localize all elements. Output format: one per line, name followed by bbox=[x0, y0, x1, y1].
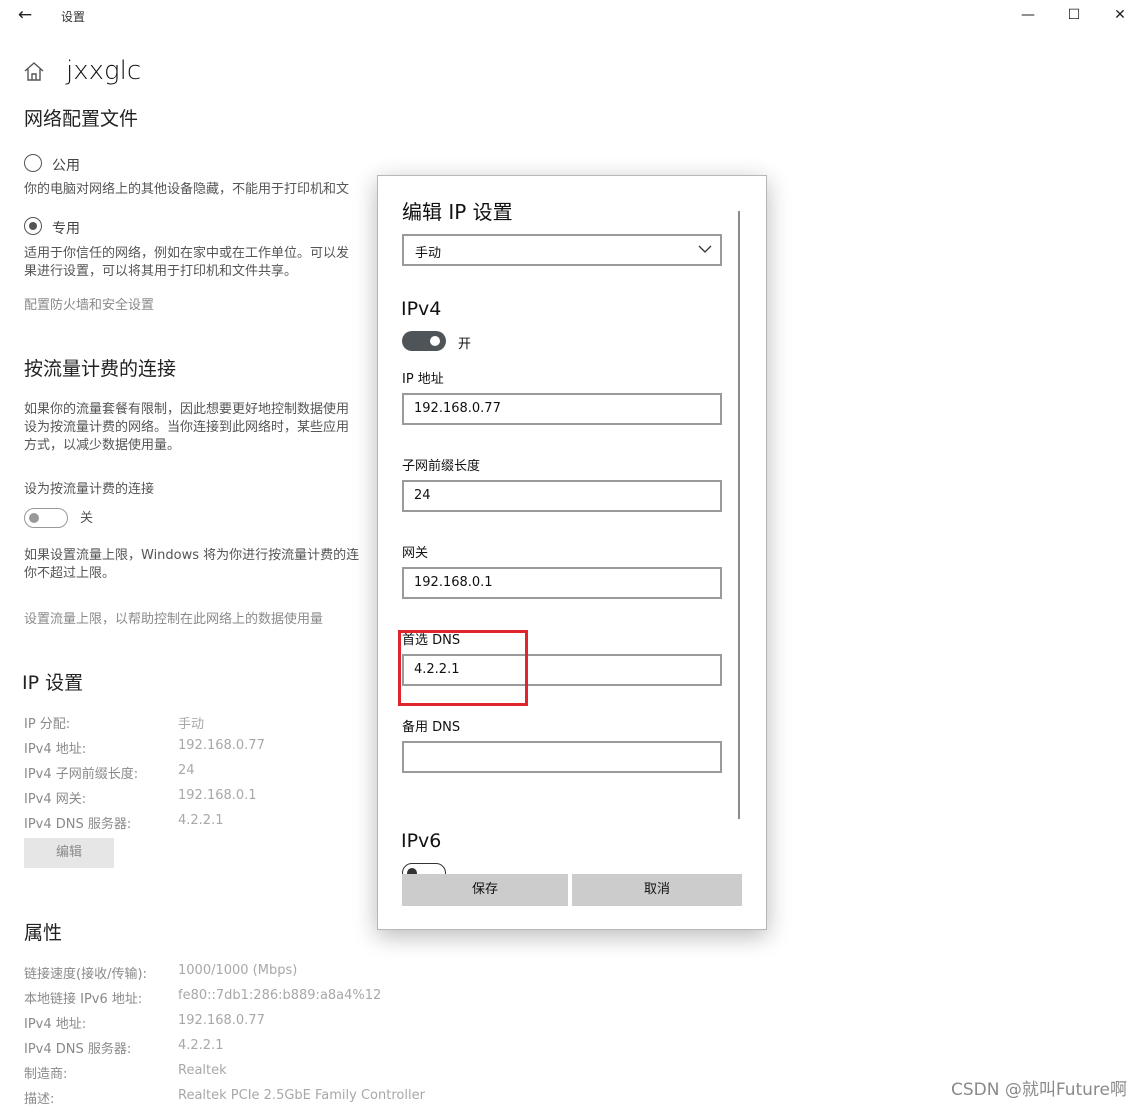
description-key: 描述: bbox=[24, 1092, 55, 1107]
limit-desc-line1: 如果设置流量上限，Windows 将为你进行按流量计费的连 bbox=[24, 548, 360, 563]
alternate-dns-input[interactable] bbox=[402, 741, 722, 773]
ip-assignment-key: IP 分配: bbox=[24, 717, 71, 732]
ip-settings-heading: IP 设置 bbox=[22, 672, 84, 694]
back-arrow-icon[interactable]: ← bbox=[14, 4, 36, 26]
network-name: jxxglc bbox=[66, 56, 142, 86]
save-button[interactable]: 保存 bbox=[402, 874, 568, 906]
gateway-value: 192.168.0.1 bbox=[414, 575, 493, 590]
prop-ipv4-address-key: IPv4 地址: bbox=[24, 1017, 87, 1032]
home-icon[interactable] bbox=[22, 60, 46, 84]
private-label: 专用 bbox=[52, 221, 80, 237]
subnet-prefix-input[interactable]: 24 bbox=[402, 480, 722, 512]
ipv4-address-value: 192.168.0.77 bbox=[178, 738, 265, 753]
alternate-dns-label: 备用 DNS bbox=[402, 720, 461, 735]
gateway-label: 网关 bbox=[402, 546, 429, 561]
ipv4-address-key: IPv4 地址: bbox=[24, 742, 87, 757]
ipv4-heading: IPv4 bbox=[401, 298, 442, 320]
dialog-title: 编辑 IP 设置 bbox=[402, 200, 513, 224]
ip-mode-dropdown[interactable]: 手动 bbox=[402, 234, 722, 266]
prop-ipv4-dns-key: IPv4 DNS 服务器: bbox=[24, 1042, 132, 1057]
ip-address-label: IP 地址 bbox=[402, 372, 444, 387]
private-radio[interactable] bbox=[24, 217, 42, 235]
limit-desc-line2: 你不超过上限。 bbox=[24, 566, 116, 581]
ipv6-heading: IPv6 bbox=[401, 830, 442, 852]
dialog-scrollbar[interactable] bbox=[738, 211, 740, 819]
ip-address-input[interactable]: 192.168.0.77 bbox=[402, 393, 722, 425]
data-limit-link[interactable]: 设置流量上限，以帮助控制在此网络上的数据使用量 bbox=[24, 608, 323, 627]
ip-mode-value: 手动 bbox=[415, 246, 442, 261]
ipv4-toggle-state: 开 bbox=[458, 337, 472, 352]
firewall-link[interactable]: 配置防火墙和安全设置 bbox=[24, 294, 154, 313]
ipv6-link-local-key: 本地链接 IPv6 地址: bbox=[24, 992, 143, 1007]
ipv4-gateway-key: IPv4 网关: bbox=[24, 792, 87, 807]
edit-button[interactable]: 编辑 bbox=[24, 838, 114, 868]
manufacturer-value: Realtek bbox=[178, 1063, 227, 1078]
window-title: 设置 bbox=[61, 10, 86, 24]
subnet-prefix-value: 24 bbox=[414, 488, 431, 503]
private-description-line1: 适用于你信任的网络，例如在家中或在工作单位。可以发 bbox=[24, 246, 350, 261]
edit-ip-dialog: 编辑 IP 设置 手动 IPv4 开 IP 地址 192.168.0.77 子网… bbox=[377, 175, 767, 930]
ipv4-toggle[interactable] bbox=[402, 331, 446, 351]
ipv4-dns-key: IPv4 DNS 服务器: bbox=[24, 817, 132, 832]
prop-ipv4-address-value: 192.168.0.77 bbox=[178, 1013, 265, 1028]
public-radio[interactable] bbox=[24, 154, 42, 172]
ipv4-gateway-value: 192.168.0.1 bbox=[178, 788, 257, 803]
metered-heading: 按流量计费的连接 bbox=[24, 358, 177, 380]
profile-heading: 网络配置文件 bbox=[24, 108, 139, 130]
highlight-annotation bbox=[398, 630, 528, 706]
maximize-icon[interactable]: ☐ bbox=[1064, 4, 1084, 26]
properties-heading: 属性 bbox=[24, 922, 63, 944]
metered-desc-line1: 如果你的流量套餐有限制，因此想要更好地控制数据使用 bbox=[24, 402, 350, 417]
ipv4-prefix-key: IPv4 子网前缀长度: bbox=[24, 767, 139, 782]
ipv4-dns-value: 4.2.2.1 bbox=[178, 813, 224, 828]
ipv6-link-local-value: fe80::7db1:286:b889:a8a4%12 bbox=[178, 988, 382, 1003]
minimize-icon[interactable]: — bbox=[1018, 4, 1038, 26]
private-description-line2: 果进行设置，可以将其用于打印机和文件共享。 bbox=[24, 264, 298, 279]
manufacturer-key: 制造商: bbox=[24, 1067, 68, 1082]
ip-address-value: 192.168.0.77 bbox=[414, 401, 501, 416]
ipv6-toggle[interactable] bbox=[402, 863, 446, 874]
cancel-button[interactable]: 取消 bbox=[572, 874, 742, 906]
description-value: Realtek PCIe 2.5GbE Family Controller bbox=[178, 1088, 425, 1103]
close-icon[interactable]: ✕ bbox=[1110, 4, 1130, 26]
ipv4-prefix-value: 24 bbox=[178, 763, 195, 778]
metered-desc-line2: 设为按流量计费的网络。当你连接到此网络时，某些应用 bbox=[24, 420, 350, 435]
metered-toggle-state: 关 bbox=[80, 511, 94, 526]
gateway-input[interactable]: 192.168.0.1 bbox=[402, 567, 722, 599]
watermark: CSDN @就叫Future啊 bbox=[950, 1080, 1127, 1100]
public-description: 你的电脑对网络上的其他设备隐藏，不能用于打印机和文 bbox=[24, 182, 350, 197]
prop-ipv4-dns-value: 4.2.2.1 bbox=[178, 1038, 224, 1053]
ip-assignment-value: 手动 bbox=[178, 717, 205, 732]
link-speed-key: 链接速度(接收/传输): bbox=[24, 967, 147, 982]
metered-toggle-label: 设为按流量计费的连接 bbox=[24, 482, 155, 497]
chevron-down-icon bbox=[698, 245, 712, 253]
link-speed-value: 1000/1000 (Mbps) bbox=[178, 963, 298, 978]
metered-toggle[interactable] bbox=[24, 508, 68, 528]
public-label: 公用 bbox=[52, 158, 80, 174]
metered-desc-line3: 方式，以减少数据使用量。 bbox=[24, 438, 181, 453]
subnet-prefix-label: 子网前缀长度 bbox=[402, 459, 481, 474]
